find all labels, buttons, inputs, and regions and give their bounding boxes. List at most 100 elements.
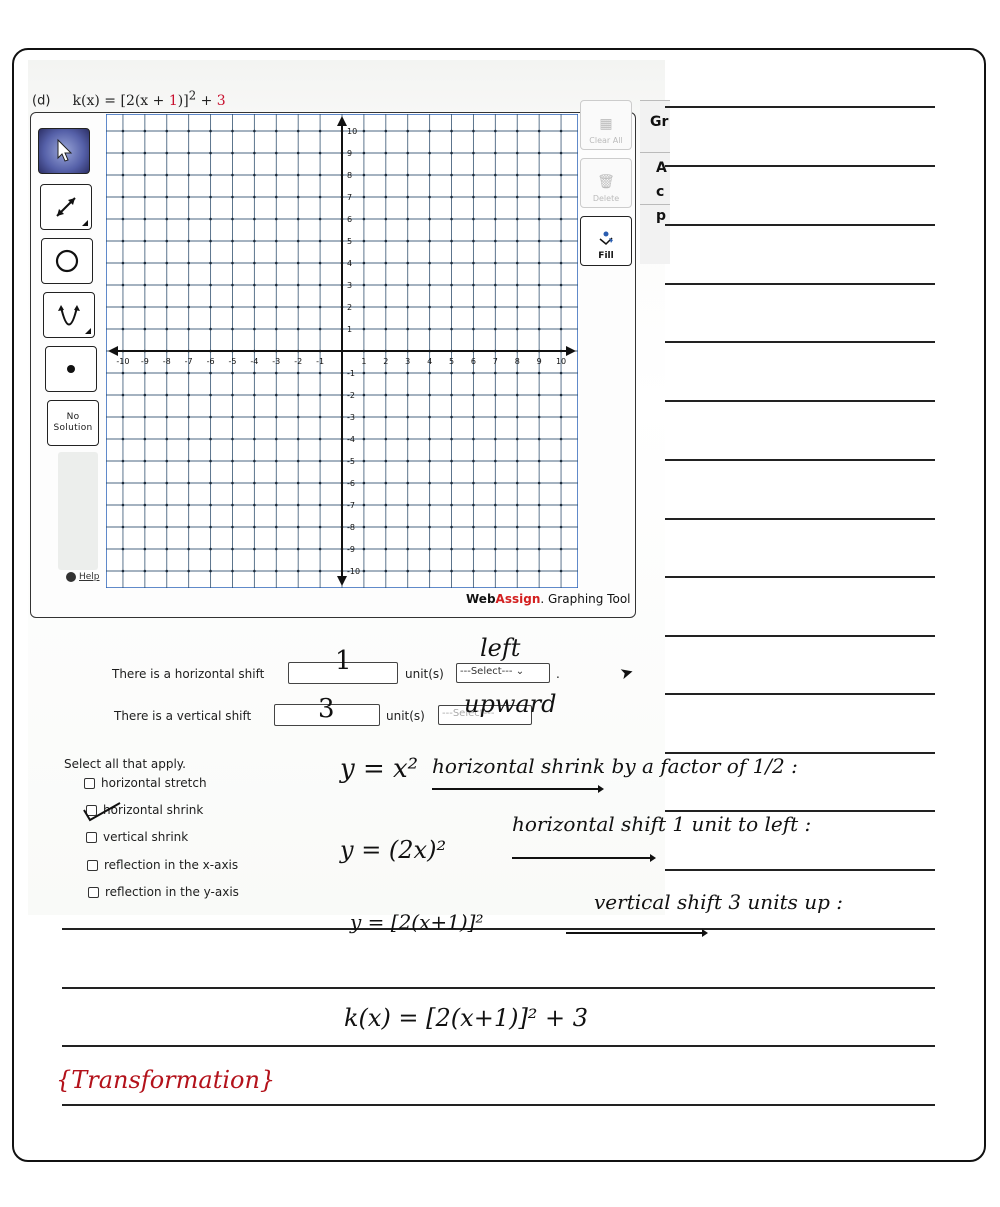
grid-point <box>515 525 519 529</box>
clear-all-button[interactable]: ▦ Clear All <box>580 100 632 150</box>
grid-point <box>121 283 125 287</box>
x-tick-label: -8 <box>163 357 171 366</box>
parabola-tool-button[interactable] <box>43 292 95 338</box>
grid-point <box>384 371 388 375</box>
grid-point <box>362 481 366 485</box>
grid-point <box>187 305 190 309</box>
grid-point <box>428 151 431 155</box>
grid-point <box>121 195 125 199</box>
grid-point <box>296 547 300 551</box>
grid-point <box>143 239 147 243</box>
notebook-rule <box>665 576 935 578</box>
grid-point <box>537 129 541 133</box>
help-label: Help <box>79 572 100 582</box>
option-reflection-y-axis[interactable]: reflection in the y-axis <box>88 885 239 899</box>
grid-point <box>406 569 410 573</box>
select-all-prompt: Select all that apply. <box>64 757 186 771</box>
option-vertical-shrink[interactable]: vertical shrink <box>86 830 188 844</box>
grid-point <box>187 129 190 133</box>
grid-point <box>450 195 453 199</box>
grid-point <box>406 459 410 463</box>
help-icon <box>66 572 76 582</box>
grid-point <box>274 569 278 573</box>
grid-point <box>165 503 169 507</box>
grid-point <box>537 173 541 177</box>
grid-point <box>274 503 278 507</box>
grid-point <box>472 525 475 529</box>
grid-point <box>515 393 519 397</box>
grid-point <box>165 217 169 221</box>
y-tick-label: -3 <box>347 413 355 422</box>
grid-point <box>384 173 388 177</box>
grid-point <box>274 437 278 441</box>
grid-point <box>296 195 300 199</box>
function-v-shift: 3 <box>216 92 226 109</box>
grid-point <box>450 305 453 309</box>
grid-point <box>472 283 475 287</box>
horizontal-direction-select[interactable]: ---Select--- ⌄ <box>456 663 550 683</box>
x-tick-label: 7 <box>493 357 498 366</box>
grid-point <box>537 261 541 265</box>
grid-point <box>165 151 169 155</box>
fill-button[interactable]: Fill <box>580 216 632 266</box>
grid-point <box>494 195 497 199</box>
grid-point <box>187 525 190 529</box>
grid-point <box>253 525 256 529</box>
grid-point <box>209 547 212 551</box>
grid-point <box>318 173 322 177</box>
y-tick-label: -5 <box>347 457 355 466</box>
y-tick-label: -6 <box>347 479 355 488</box>
grid-point <box>253 503 256 507</box>
no-solution-button[interactable]: No Solution <box>47 400 99 446</box>
grid-point <box>296 217 300 221</box>
grid-point <box>209 283 212 287</box>
grid-point <box>318 569 322 573</box>
grid-point <box>362 371 366 375</box>
line-tool-button[interactable] <box>40 184 92 230</box>
checkbox[interactable] <box>86 831 97 843</box>
step2-expression: y = (2x)² <box>340 836 447 864</box>
grid-point <box>428 173 431 177</box>
grid-point <box>121 547 125 551</box>
point-tool-button[interactable] <box>45 346 97 392</box>
x-tick-label: 3 <box>405 357 410 366</box>
grid-point <box>318 261 322 265</box>
grid-point <box>362 283 366 287</box>
checkbox[interactable] <box>84 777 95 789</box>
grid-point <box>231 151 234 155</box>
grid-point <box>231 305 234 309</box>
circle-tool-button[interactable] <box>41 238 93 284</box>
grid-point <box>494 569 497 573</box>
help-link[interactable]: Help <box>66 572 100 582</box>
select-tool-button[interactable] <box>38 128 90 174</box>
grid-point <box>494 415 497 419</box>
grid-point <box>231 525 234 529</box>
grid-point <box>318 195 322 199</box>
grid-point <box>406 503 410 507</box>
grid-point <box>494 261 497 265</box>
checkbox[interactable] <box>88 886 99 898</box>
grid-point <box>362 415 366 419</box>
option-label: vertical shrink <box>103 830 189 844</box>
grid-point <box>231 129 234 133</box>
delete-button[interactable]: 🗑 Delete <box>580 158 632 208</box>
grid-point <box>231 195 234 199</box>
grid-point <box>472 569 475 573</box>
grid-point <box>187 261 190 265</box>
grid-point <box>296 503 300 507</box>
brand-rest: . Graphing Tool <box>540 592 631 606</box>
grid-point <box>187 327 190 331</box>
y-tick-label: 2 <box>347 303 352 312</box>
grid-point <box>450 437 453 441</box>
checkbox[interactable] <box>87 859 98 871</box>
grid-point <box>406 173 410 177</box>
grid-point <box>406 437 410 441</box>
function-part: k(x) = [2(x + <box>72 92 169 109</box>
option-reflection-x-axis[interactable]: reflection in the x-axis <box>87 858 238 872</box>
coordinate-grid[interactable]: -10 -9 -8 -7 -6 -5 -4 -3 -2 -1 1 2 3 4 5 6 7 8 9 10 -10 -9 -8 -… <box>106 114 578 588</box>
option-horizontal-stretch[interactable]: horizontal stretch <box>84 776 207 790</box>
grid-point <box>428 217 431 221</box>
grid-point <box>274 173 278 177</box>
grid-point <box>515 239 519 243</box>
function-part: + <box>196 92 217 109</box>
